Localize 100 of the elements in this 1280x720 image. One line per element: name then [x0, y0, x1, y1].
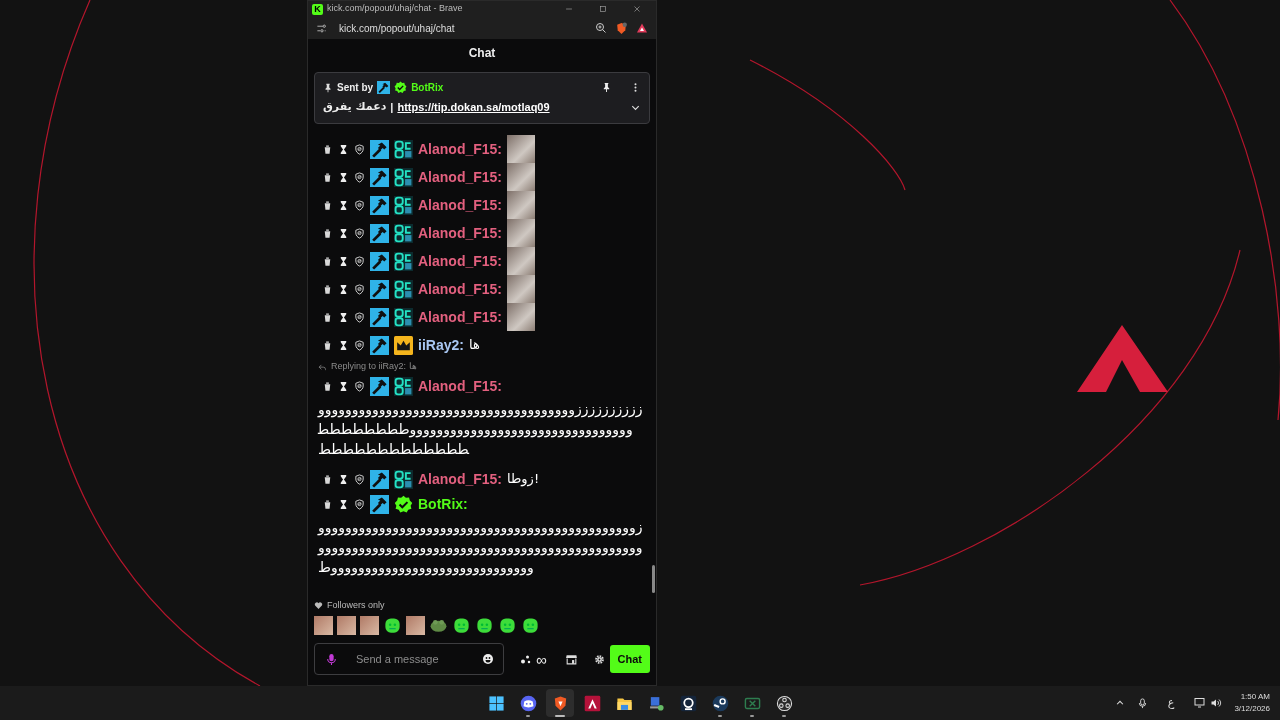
clock-date[interactable]: 3/12/2026	[1234, 703, 1270, 715]
delete-icon[interactable]	[322, 473, 333, 485]
smiley-icon[interactable]	[482, 653, 494, 665]
ban-icon[interactable]	[354, 311, 365, 323]
verified-badge-icon	[394, 81, 408, 94]
ban-icon[interactable]	[354, 143, 365, 155]
ban-icon[interactable]	[354, 473, 365, 485]
timeout-icon[interactable]	[338, 255, 349, 267]
unpin-icon[interactable]	[601, 82, 612, 93]
display-icon[interactable]	[1194, 697, 1207, 709]
username[interactable]: Alanod_F15:	[418, 468, 502, 490]
username[interactable]: Alanod_F15:	[418, 138, 502, 160]
ban-icon[interactable]	[354, 227, 365, 239]
emote-image	[507, 275, 535, 303]
delete-icon[interactable]	[322, 339, 333, 351]
microphone-icon[interactable]	[325, 652, 338, 666]
triangle-icon[interactable]	[636, 22, 648, 34]
zoom-in-icon[interactable]	[595, 22, 607, 34]
blob-emote-icon[interactable]	[452, 616, 471, 635]
pinned-username: BotRix	[411, 81, 444, 95]
close-icon[interactable]	[632, 4, 642, 14]
delete-icon[interactable]	[322, 498, 333, 510]
delete-icon[interactable]	[322, 380, 333, 392]
running-indicator	[526, 715, 530, 717]
storefront-icon[interactable]	[564, 652, 578, 666]
timeout-icon[interactable]	[338, 283, 349, 295]
username[interactable]: iiRay2:	[418, 334, 464, 356]
hammer-badge-icon	[370, 195, 389, 215]
timeout-icon[interactable]	[338, 171, 349, 183]
hammer-badge-icon	[370, 251, 389, 271]
delete-icon[interactable]	[322, 283, 333, 295]
message-text: ها	[468, 336, 480, 355]
pin-icon	[323, 82, 333, 93]
ban-icon[interactable]	[354, 199, 365, 211]
game-controller-face-icon	[519, 694, 537, 712]
piston-circle-icon	[711, 694, 729, 712]
site-settings-icon[interactable]	[316, 22, 327, 34]
ban-icon[interactable]	[354, 380, 365, 392]
ban-icon[interactable]	[354, 255, 365, 267]
message-input-field[interactable]: Send a message	[354, 649, 474, 669]
emote-image	[507, 247, 535, 275]
scrollbar-thumb[interactable]	[652, 564, 655, 593]
dots-icon[interactable]	[520, 653, 532, 665]
timeout-icon[interactable]	[338, 473, 349, 485]
keyboard-language[interactable]: ع	[1167, 694, 1175, 712]
timeout-icon[interactable]	[338, 339, 349, 351]
blob-emote-icon[interactable]	[383, 616, 402, 635]
crown-badge-icon	[394, 335, 413, 355]
verified-badge-icon	[394, 494, 413, 514]
username[interactable]: Alanod_F15:	[418, 194, 502, 216]
username[interactable]: Alanod_F15:	[418, 250, 502, 272]
running-indicator	[782, 715, 786, 717]
separator-text: |	[390, 100, 394, 115]
message-text: ززززززززززوووووووووووووووووووووووووووووووووووووووووووووووووووووووووووووووووووووووططططططططططططططططططططط	[318, 400, 644, 459]
reply-arrow-icon	[318, 362, 327, 372]
hammer-badge-icon	[370, 223, 389, 243]
computer-icon	[647, 694, 665, 712]
send-button[interactable]: Chat	[609, 644, 650, 674]
microphone-icon[interactable]	[1136, 697, 1148, 709]
delete-icon[interactable]	[322, 171, 333, 183]
delete-icon[interactable]	[322, 143, 333, 155]
username[interactable]: Alanod_F15:	[418, 278, 502, 300]
blob-emote-icon[interactable]	[521, 616, 540, 635]
hammer-badge-icon	[370, 279, 389, 299]
ban-icon[interactable]	[354, 339, 365, 351]
ban-icon[interactable]	[354, 498, 365, 510]
chevron-up-icon[interactable]	[1114, 698, 1125, 708]
timeout-icon[interactable]	[338, 199, 349, 211]
clock-time[interactable]: 1:50 AM	[1240, 691, 1270, 703]
message-input-box[interactable]: Send a message	[314, 643, 504, 675]
timeout-icon[interactable]	[338, 311, 349, 323]
settings-icon[interactable]	[593, 653, 605, 665]
username[interactable]: Alanod_F15:	[418, 306, 502, 328]
username[interactable]: BotRix:	[418, 493, 468, 515]
speaker-icon[interactable]	[1210, 697, 1223, 709]
message-text: زوووووووووووووووووووووووووووووووووووووووووووووووووووووووووووووووووووووووووووووووووووووووووووووووووووووووووووووووووووووووووووووط	[318, 518, 644, 577]
message-text: زوطا!	[507, 470, 540, 489]
lion-shield-icon[interactable]	[615, 21, 628, 35]
timeout-icon[interactable]	[338, 227, 349, 239]
timeout-icon[interactable]	[338, 143, 349, 155]
username[interactable]: Alanod_F15:	[418, 222, 502, 244]
ban-icon[interactable]	[354, 283, 365, 295]
username[interactable]: Alanod_F15:	[418, 166, 502, 188]
chatters-symbol: ∞	[536, 651, 547, 667]
ban-icon[interactable]	[354, 171, 365, 183]
hammer-badge-icon	[370, 376, 389, 396]
window-title: kick.com/popout/uhaj/chat - Brave	[327, 2, 464, 16]
username[interactable]: Alanod_F15:	[418, 375, 502, 397]
delete-icon[interactable]	[322, 255, 333, 267]
maximize-icon[interactable]	[598, 4, 608, 14]
timeout-icon[interactable]	[338, 498, 349, 510]
blob-emote-icon[interactable]	[498, 616, 517, 635]
pinned-link[interactable]: https://tip.dokan.sa/motlaq09	[397, 99, 550, 116]
delete-icon[interactable]	[322, 311, 333, 323]
taskbar-button[interactable]	[546, 689, 574, 717]
chat-title: Chat	[467, 45, 497, 62]
delete-icon[interactable]	[322, 227, 333, 239]
blob-emote-icon[interactable]	[475, 616, 494, 635]
delete-icon[interactable]	[322, 199, 333, 211]
timeout-icon[interactable]	[338, 380, 349, 392]
